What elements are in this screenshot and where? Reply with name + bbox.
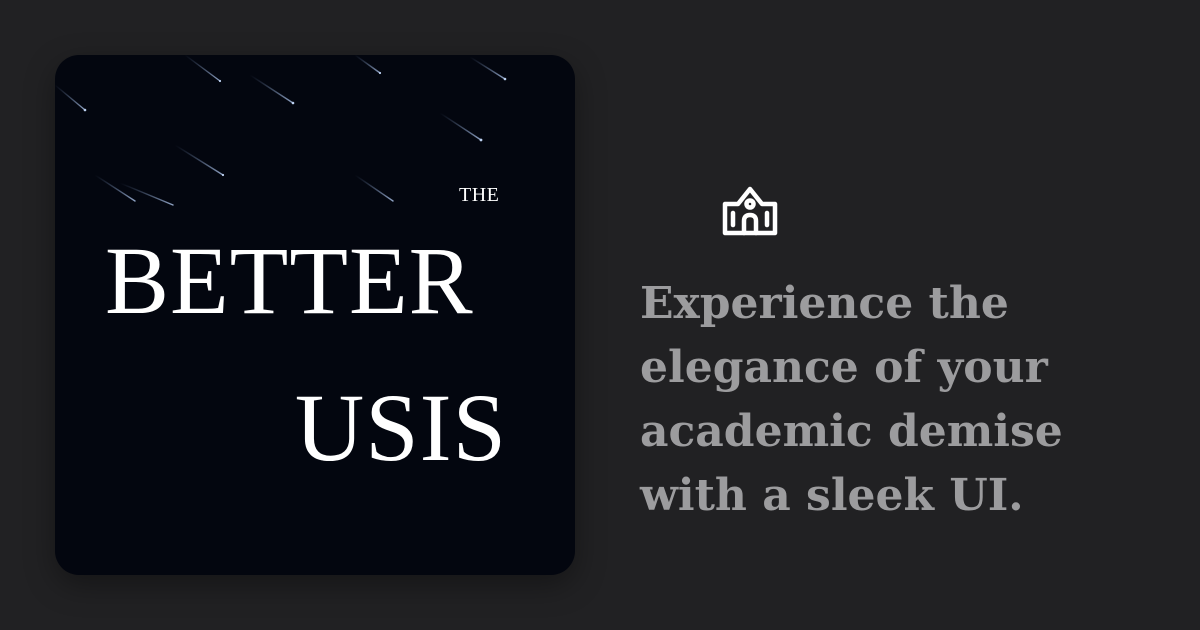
logo-usis-word: USIS: [294, 374, 507, 481]
tagline-text: Experience the elegance of your academic…: [640, 278, 1063, 521]
school-building-icon: [722, 186, 778, 236]
logo-better-word: BETTER: [105, 227, 474, 334]
logo-the-word: THE: [459, 184, 500, 206]
logo-card: THE BETTER USIS: [55, 55, 575, 575]
